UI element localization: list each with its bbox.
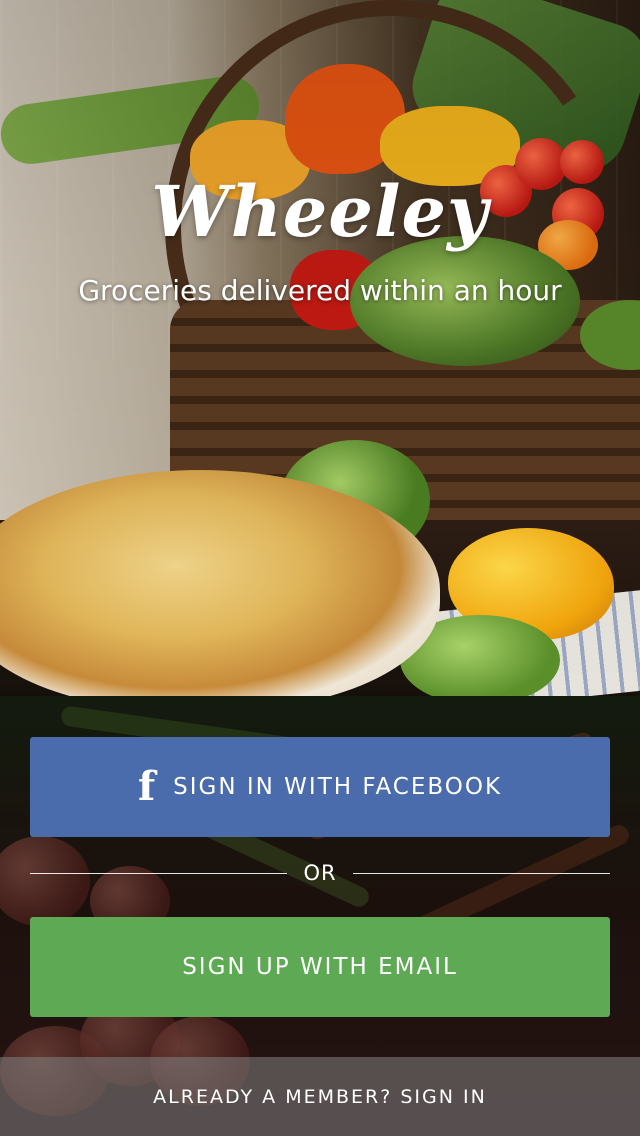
- tagline: Groceries delivered within an hour: [78, 274, 562, 307]
- member-signin-label: ALREADY A MEMBER? SIGN IN: [153, 1085, 487, 1108]
- divider-line-right: [352, 872, 610, 874]
- member-signin-link[interactable]: ALREADY A MEMBER? SIGN IN: [0, 1057, 640, 1136]
- hero-photo: Wheeley Groceries delivered within an ho…: [0, 0, 640, 696]
- facebook-signin-label: SIGN IN WITH FACEBOOK: [173, 774, 503, 800]
- app-logo: Wheeley: [151, 170, 489, 253]
- auth-panel: f SIGN IN WITH FACEBOOK OR SIGN UP WITH …: [0, 696, 640, 1136]
- or-divider: OR: [30, 856, 610, 890]
- facebook-icon: f: [137, 763, 158, 810]
- hero-shade: [0, 0, 640, 696]
- or-label: OR: [303, 861, 337, 885]
- facebook-signin-button[interactable]: f SIGN IN WITH FACEBOOK: [30, 737, 610, 837]
- email-signup-label: SIGN UP WITH EMAIL: [182, 954, 458, 980]
- divider-line-left: [30, 872, 288, 874]
- email-signup-button[interactable]: SIGN UP WITH EMAIL: [30, 917, 610, 1017]
